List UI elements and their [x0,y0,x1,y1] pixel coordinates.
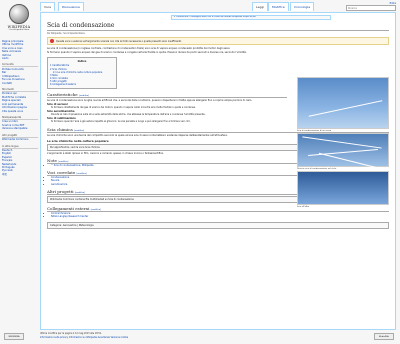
image-caption: Diverse scie di condensazione nel cielo [297,168,337,170]
tab-read[interactable]: Leggi [252,2,269,11]
edit-section-link[interactable]: [modifica] [75,192,85,194]
community-portlet: Comunità Portale Comunità Bar Il Wikiped… [2,63,38,85]
definition-desc: Dovute al calo di pressione sulle ali e … [51,113,206,117]
tools-item[interactable]: Cita questa voce [2,110,38,113]
contrail-line [302,136,382,149]
contrail-line [318,152,378,169]
contrail-image[interactable] [297,77,389,129]
citation-notice: Questa voce o sezione sull'argomento sci… [47,37,389,45]
table-of-contents: Indice 1 Caratteristiche 2 Scia chimica … [47,57,117,90]
section-paragraph: Le scie di condensazione sono lunghe nuv… [47,99,252,103]
print-portlet: Stampa/esporta Crea un libro Scarica com… [2,116,38,131]
contrail-image[interactable] [297,133,389,169]
tab-talk[interactable]: Discussione [58,2,84,11]
nav-portlet: Pagina principale Ultime modifiche Una v… [2,40,38,60]
search-input[interactable]: Ricerca [346,5,396,11]
portlet-title: In altre lingue [2,145,38,149]
section-title: Voci correlate [47,170,76,176]
other-project-item[interactable]: Wikimedia Commons [2,138,38,141]
section-title: Altri progetti [47,188,74,194]
section-title: Scia chimica [47,126,73,132]
notice-text: Questa voce o sezione sull'argomento sci… [56,39,182,43]
intro-paragraph: Le scie di condensazione (in inglese con… [47,47,231,50]
wikipedia-logo[interactable]: WIKIPEDIA L'enciclopedia libera [4,4,34,38]
page-title: Scia di condensazione [47,22,389,31]
language-item[interactable]: 中文 [2,173,38,176]
edit-section-link[interactable]: [modifica] [79,95,89,97]
toc-title: Indice [77,60,87,64]
edit-section-link[interactable]: [modifica] [91,209,101,211]
image-caption: Scie all'alba [297,206,309,208]
globe-icon [9,4,29,24]
external-link[interactable]: NASA Langley Research Center [51,215,389,218]
article-content: Il Chiaroscuro: l'immagine-flash con le … [40,12,396,330]
tab-article[interactable]: Voce [40,2,56,11]
footer-links[interactable]: Informazioni sulla privacy Informazioni … [40,336,128,339]
toc-item[interactable]: 6 Collegamenti esterni [50,83,114,86]
section-title: Caratteristiche [47,92,78,98]
footer: WIKIMEDIA Ultima modifica per la pagina … [0,331,400,344]
tab-history[interactable]: Cronologia [290,2,315,11]
edit-section-link[interactable]: [modifica] [76,173,86,175]
section-title: Note [47,157,57,163]
page-subtitle: Da Wikipedia, l'enciclopedia libera. [47,32,86,35]
edit-section-link[interactable]: [modifica] [74,130,84,132]
other-projects-portlet: Altri progetti Wikimedia Commons [2,134,38,142]
mediawiki-badge[interactable]: MediaWiki [374,333,394,340]
print-item[interactable]: Versione stampabile [2,127,38,130]
definition-desc: Si formano direttamente dai gas di scari… [51,106,196,110]
definition-desc: Si formano quando l'aria è già satura ri… [51,120,191,124]
image-caption: Scia di condensazione di un aereo [297,130,332,132]
community-item[interactable]: Contatti [2,82,38,85]
intro-paragraph: Si formano quando il vapore acqueo dei g… [47,51,247,55]
top-bar: Voce Discussione Leggi Modifica Cronolog… [0,0,400,12]
contrail-image[interactable] [297,171,389,205]
edit-section-link[interactable]: [modifica] [58,161,68,163]
contrail-line [308,100,383,117]
section-heading: Caratteristiche [modifica] [47,92,287,99]
definition-list: Scie di aerosol Si formano direttamente … [47,103,287,123]
warning-icon [50,39,54,43]
nav-item[interactable]: Aiuto [2,57,38,60]
tab-edit[interactable]: Modifica [268,2,289,11]
category-box[interactable]: Categorie: Aeronautica | Meteorologia [47,222,389,230]
footer-lastmod: Ultima modifica per la pagina il 12 mag … [40,332,102,335]
site-notice[interactable]: Il Chiaroscuro: l'immagine-flash con le … [171,14,331,20]
sidebar: Pagina principale Ultime modifiche Una v… [2,40,38,179]
portlet-title: Comunità [2,63,38,68]
wikimedia-badge[interactable]: WIKIMEDIA [4,333,24,340]
languages-portlet: In altre lingue Deutsch English Español … [2,145,38,177]
section-title: Collegamenti esterni [47,205,90,211]
tools-portlet: Strumenti Puntano qui Modifiche correlat… [2,88,38,113]
logo-tagline: L'enciclopedia libera [8,29,30,31]
